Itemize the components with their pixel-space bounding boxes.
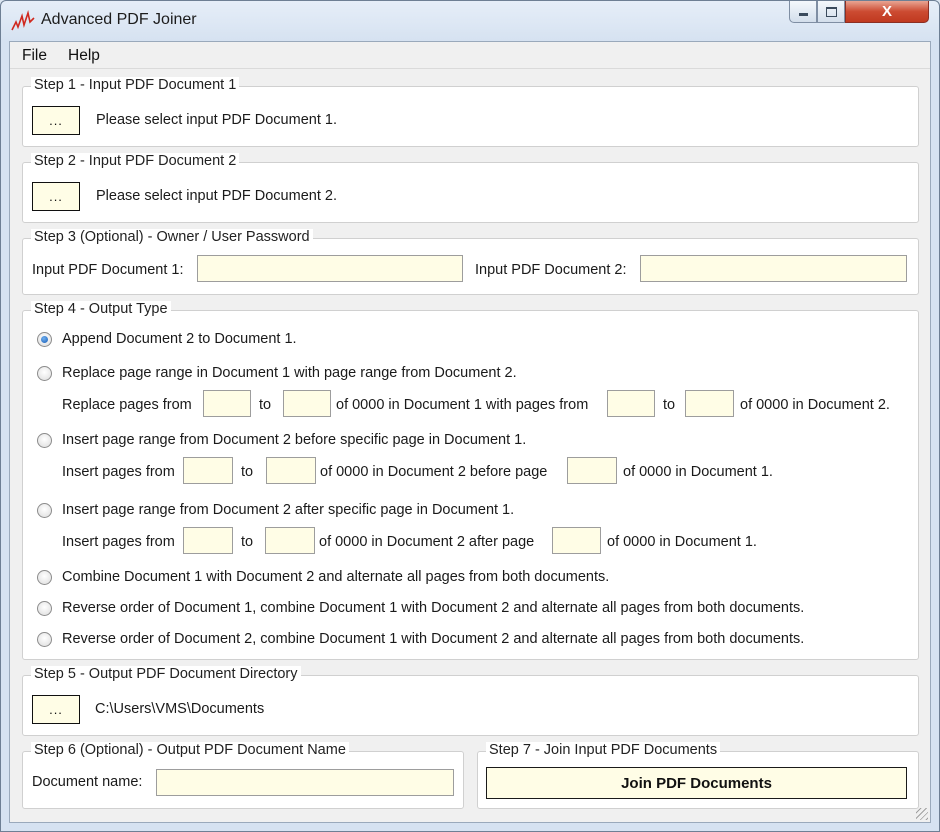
label-reverse2: Reverse order of Document 2, combine Doc… bbox=[62, 631, 805, 647]
app-window: Advanced PDF Joiner X File Help Step 1 -… bbox=[0, 0, 940, 832]
radio-insert-after[interactable] bbox=[37, 503, 52, 518]
close-icon: X bbox=[881, 3, 892, 20]
radio-append[interactable] bbox=[37, 332, 52, 347]
doc1-status: Please select input PDF Document 1. bbox=[96, 112, 337, 128]
step6-group: Step 6 (Optional) - Output PDF Document … bbox=[22, 742, 464, 809]
client-area: File Help Step 1 - Input PDF Document 1 … bbox=[9, 41, 931, 823]
radio-combine[interactable] bbox=[37, 570, 52, 585]
step5-group: Step 5 - Output PDF Document Directory .… bbox=[22, 666, 919, 736]
replace-to1-label: to bbox=[259, 397, 272, 413]
insert-before-mid-label: of 0000 in Document 2 before page bbox=[320, 464, 548, 480]
browse-doc1-button[interactable]: ... bbox=[32, 106, 80, 135]
replace-doc1-from-input[interactable] bbox=[203, 390, 251, 417]
title-bar[interactable]: Advanced PDF Joiner X bbox=[1, 1, 939, 41]
replace-end-label: of 0000 in Document 2. bbox=[740, 397, 890, 413]
browse-doc2-button[interactable]: ... bbox=[32, 182, 80, 211]
insert-before-page-input[interactable] bbox=[567, 457, 617, 484]
step3-group: Step 3 (Optional) - Owner / User Passwor… bbox=[22, 229, 919, 295]
label-replace: Replace page range in Document 1 with pa… bbox=[62, 365, 517, 381]
insert-after-end-label: of 0000 in Document 1. bbox=[607, 534, 757, 550]
insert-after-from-input[interactable] bbox=[183, 527, 233, 554]
label-reverse1: Reverse order of Document 1, combine Doc… bbox=[62, 600, 805, 616]
insert-before-from-input[interactable] bbox=[183, 457, 233, 484]
document-name-label: Document name: bbox=[32, 774, 143, 790]
step4-group: Step 4 - Output Type Append Document 2 t… bbox=[22, 301, 919, 660]
app-logo-icon bbox=[11, 10, 35, 31]
step5-legend: Step 5 - Output PDF Document Directory bbox=[31, 666, 301, 682]
insert-after-to-label: to bbox=[241, 534, 254, 550]
menu-file[interactable]: File bbox=[22, 47, 47, 65]
step4-legend: Step 4 - Output Type bbox=[31, 301, 171, 317]
doc2-status: Please select input PDF Document 2. bbox=[96, 188, 337, 204]
menu-help[interactable]: Help bbox=[68, 47, 100, 65]
password1-label: Input PDF Document 1: bbox=[32, 262, 184, 278]
menu-bar: File Help bbox=[10, 42, 930, 69]
label-combine: Combine Document 1 with Document 2 and a… bbox=[62, 569, 610, 585]
step1-group: Step 1 - Input PDF Document 1 ... Please… bbox=[22, 77, 919, 147]
label-insert-after: Insert page range from Document 2 after … bbox=[62, 502, 515, 518]
insert-before-to-label: to bbox=[241, 464, 254, 480]
close-button[interactable]: X bbox=[845, 1, 929, 23]
insert-after-mid-label: of 0000 in Document 2 after page bbox=[319, 534, 535, 550]
minimize-button[interactable] bbox=[789, 1, 817, 23]
insert-after-to-input[interactable] bbox=[265, 527, 315, 554]
insert-after-page-input[interactable] bbox=[552, 527, 601, 554]
insert-before-to-input[interactable] bbox=[266, 457, 316, 484]
replace-from-label: Replace pages from bbox=[62, 397, 192, 413]
maximize-button[interactable] bbox=[817, 1, 845, 23]
resize-grip-icon[interactable] bbox=[916, 808, 928, 820]
password1-input[interactable] bbox=[197, 255, 463, 282]
window-title: Advanced PDF Joiner bbox=[41, 11, 197, 28]
step2-legend: Step 2 - Input PDF Document 2 bbox=[31, 153, 240, 169]
label-insert-before: Insert page range from Document 2 before… bbox=[62, 432, 527, 448]
replace-doc2-to-input[interactable] bbox=[685, 390, 734, 417]
document-name-input[interactable] bbox=[156, 769, 454, 796]
replace-to2-label: to bbox=[663, 397, 676, 413]
step1-legend: Step 1 - Input PDF Document 1 bbox=[31, 77, 240, 93]
password2-label: Input PDF Document 2: bbox=[475, 262, 627, 278]
browse-output-dir-button[interactable]: ... bbox=[32, 695, 80, 724]
radio-reverse1[interactable] bbox=[37, 601, 52, 616]
replace-doc2-from-input[interactable] bbox=[607, 390, 655, 417]
maximize-icon bbox=[825, 6, 837, 17]
step6-legend: Step 6 (Optional) - Output PDF Document … bbox=[31, 742, 349, 758]
radio-reverse2[interactable] bbox=[37, 632, 52, 647]
insert-before-end-label: of 0000 in Document 1. bbox=[623, 464, 773, 480]
insert-after-from-label: Insert pages from bbox=[62, 534, 175, 550]
radio-replace[interactable] bbox=[37, 366, 52, 381]
step7-legend: Step 7 - Join Input PDF Documents bbox=[486, 742, 721, 758]
join-pdf-documents-button[interactable]: Join PDF Documents bbox=[486, 767, 907, 799]
replace-mid-label: of 0000 in Document 1 with pages from bbox=[336, 397, 589, 413]
replace-doc1-to-input[interactable] bbox=[283, 390, 331, 417]
label-append: Append Document 2 to Document 1. bbox=[62, 331, 297, 347]
minimize-icon bbox=[798, 13, 808, 16]
radio-insert-before[interactable] bbox=[37, 433, 52, 448]
output-directory-path: C:\Users\VMS\Documents bbox=[95, 701, 265, 717]
password2-input[interactable] bbox=[640, 255, 907, 282]
step2-group: Step 2 - Input PDF Document 2 ... Please… bbox=[22, 153, 919, 223]
step3-legend: Step 3 (Optional) - Owner / User Passwor… bbox=[31, 229, 313, 245]
insert-before-from-label: Insert pages from bbox=[62, 464, 175, 480]
